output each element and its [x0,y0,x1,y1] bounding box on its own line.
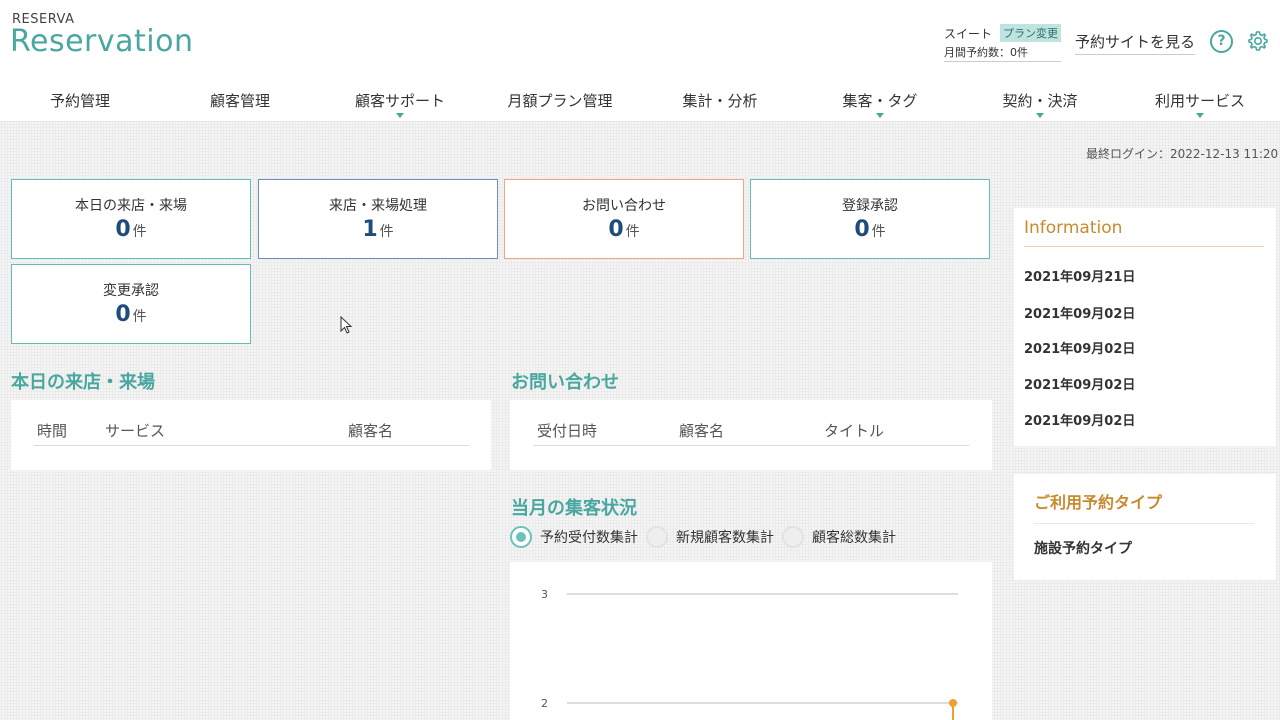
column-header: 時間 [37,422,68,440]
nav-item[interactable]: 顧客サポート [320,78,480,121]
option-new-customers[interactable]: 新規顧客数集計 [646,526,774,548]
stat-unit: 件 [132,309,147,325]
stat-label: お問い合わせ [582,198,666,214]
stat-label: 変更承認 [103,283,159,299]
nav-item-label: 集客・タグ [842,92,918,110]
stat-unit: 件 [871,224,886,240]
nav-item[interactable]: 月額プラン管理 [480,78,640,121]
nav-item-label: 契約・決済 [1002,92,1078,110]
nav-item[interactable]: 集計・分析 [640,78,800,121]
reservation-type-panel: ご利用予約タイプ 施設予約タイプ [1014,474,1276,580]
nav-item-label: 集計・分析 [682,92,758,110]
nav-item-label: 顧客サポート [354,92,445,110]
stat-card-inquiries[interactable]: お問い合わせ 0件 [504,179,744,259]
option-label: 新規顧客数集計 [676,530,774,546]
stat-value: 0 [115,302,131,327]
stat-label: 本日の来店・来場 [75,198,187,214]
mouse-cursor-icon [340,316,353,334]
nav-item-label: 月額プラン管理 [507,92,613,110]
nav-item[interactable]: 集客・タグ [800,78,960,121]
nav-item-label: 顧客管理 [209,92,270,110]
plan-change-button[interactable]: プラン変更 [1000,24,1062,42]
stat-value: 1 [362,217,378,242]
aggregation-options: 予約受付数集計 新規顧客数集計 顧客総数集計 [510,526,898,548]
monthly-reservations: 月間予約数：0件 [944,44,1062,62]
reservation-type-title: ご利用予約タイプ [1034,489,1254,524]
stat-value: 0 [115,217,131,242]
nav-item-label: 予約管理 [49,92,110,110]
option-total-customers[interactable]: 顧客総数集計 [782,526,896,548]
information-title: Information [1024,218,1264,247]
information-item[interactable]: 2021年09月02日 [1024,303,1135,322]
option-label: 顧客総数集計 [812,530,896,546]
chart-data-point[interactable] [949,699,957,707]
header: RESERVA Reservation スイート プラン変更 月間予約数：0件 … [0,0,1280,122]
stat-card-change-approval[interactable]: 変更承認 0件 [11,264,251,344]
column-header: サービス [105,422,166,440]
chart-y-tick-label: 3 [541,588,548,601]
nav-item[interactable]: 利用サービス [1120,78,1280,121]
stat-unit: 件 [379,224,394,240]
chart-svg: 32 [541,588,958,720]
view-site-link[interactable]: 予約サイトを見る [1075,31,1196,55]
information-item[interactable]: 2021年09月02日 [1024,410,1135,429]
monthly-status-title: 当月の集客状況 [511,498,637,519]
dropdown-arrow-icon [876,113,884,118]
radio-button[interactable] [782,526,804,548]
gear-icon[interactable] [1246,29,1270,53]
dropdown-arrow-icon [396,113,404,118]
information-panel: Information 2021年09月21日 2021年09月02日 2021… [1014,208,1276,446]
nav-item[interactable]: 契約・決済 [960,78,1120,121]
column-header: 受付日時 [537,422,598,440]
column-header: タイトル [824,422,885,440]
table-header: 受付日時 顧客名 タイトル [533,420,969,446]
column-header: 顧客名 [348,422,394,440]
inquiries-title: お問い合わせ [511,372,619,393]
today-visits-table: 時間 サービス 顧客名 [11,400,491,470]
plan-name: スイート [944,26,993,41]
table-header: 時間 サービス 顧客名 [33,420,469,446]
plan-info: スイート プラン変更 月間予約数：0件 [944,24,1062,62]
logo[interactable]: Reservation [10,24,193,59]
help-icon[interactable]: ? [1210,30,1233,53]
main-nav: 予約管理 顧客管理 顧客サポート 月額プラン管理 集計・分析 集客・タグ 契約・決済 利用サー… [0,78,1280,122]
stat-card-registration-approval[interactable]: 登録承認 0件 [750,179,990,259]
dropdown-arrow-icon [1036,113,1044,118]
monthly-chart: 32 [510,562,992,720]
option-label: 予約受付数集計 [540,530,638,546]
information-item[interactable]: 2021年09月21日 [1024,266,1135,285]
option-reservations[interactable]: 予約受付数集計 [510,526,638,548]
last-login: 最終ログイン：2022-12-13 11:20 [1086,147,1279,161]
chart-y-tick-label: 2 [541,697,548,710]
stat-unit: 件 [625,224,640,240]
stat-value: 0 [854,217,870,242]
nav-item-label: 利用サービス [1154,92,1245,110]
information-item[interactable]: 2021年09月02日 [1024,374,1135,393]
inquiries-table: 受付日時 顧客名 タイトル [510,400,992,470]
nav-item[interactable]: 顧客管理 [160,78,320,121]
stat-label: 来店・来場処理 [329,198,427,214]
radio-button[interactable] [646,526,668,548]
stat-unit: 件 [132,224,147,240]
information-item[interactable]: 2021年09月02日 [1024,338,1135,357]
column-header: 顧客名 [679,422,725,440]
radio-button[interactable] [510,526,532,548]
stat-card-today-visits[interactable]: 本日の来店・来場 0件 [11,179,251,259]
nav-item[interactable]: 予約管理 [0,78,160,121]
dropdown-arrow-icon [1196,113,1204,118]
today-visits-title: 本日の来店・来場 [11,372,155,393]
stat-value: 0 [608,217,624,242]
stat-label: 登録承認 [842,198,898,214]
stat-card-visit-processing[interactable]: 来店・来場処理 1件 [258,179,498,259]
reservation-type-item: 施設予約タイプ [1034,541,1132,557]
